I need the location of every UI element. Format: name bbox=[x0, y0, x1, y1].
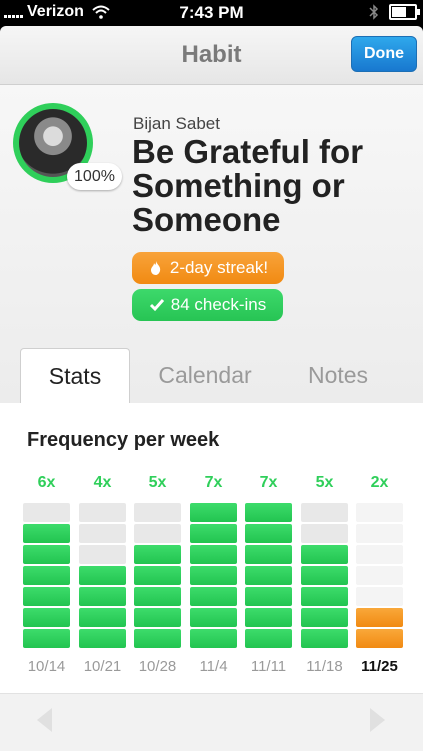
week-date-label: 10/21 bbox=[83, 658, 122, 675]
streak-label: 2-day streak! bbox=[169, 258, 269, 277]
week-count-label: 7x bbox=[259, 474, 278, 491]
checkin-cell-filled bbox=[245, 545, 292, 564]
checkin-cell-empty bbox=[79, 524, 126, 543]
week-date-label: 11/4 bbox=[199, 658, 228, 675]
status-bar: Verizon 7:43 PM bbox=[0, 0, 423, 26]
checkin-cell-filled bbox=[134, 566, 181, 585]
checkin-cell-filled bbox=[190, 566, 237, 585]
week-count-label: 4x bbox=[93, 474, 112, 491]
checkin-cell-empty bbox=[301, 524, 348, 543]
checkin-cell-empty bbox=[356, 524, 403, 543]
checkin-cell-filled bbox=[245, 566, 292, 585]
week-date-label: 11/18 bbox=[306, 658, 343, 675]
checkin-cell-filled bbox=[134, 587, 181, 606]
week-date-label: 10/28 bbox=[138, 658, 177, 675]
checkin-cell-empty bbox=[356, 587, 403, 606]
next-arrow-icon[interactable] bbox=[370, 708, 385, 732]
checkmark-icon bbox=[149, 299, 164, 312]
checkin-cell-filled bbox=[190, 608, 237, 627]
checkin-cell-empty bbox=[23, 503, 70, 522]
checkin-cell-filled bbox=[134, 545, 181, 564]
week-count-label: 2x bbox=[370, 474, 389, 491]
checkin-cell-empty bbox=[356, 503, 403, 522]
checkin-cell-filled bbox=[190, 587, 237, 606]
checkin-cell-filled bbox=[23, 608, 70, 627]
completion-badge: 100% bbox=[67, 163, 122, 190]
checkin-cell-filled bbox=[190, 524, 237, 543]
week-date-label: 10/14 bbox=[27, 658, 66, 675]
chart-title: Frequency per week bbox=[27, 429, 220, 451]
checkin-cell-filled bbox=[356, 608, 403, 627]
week-date-label: 11/11 bbox=[250, 658, 287, 675]
status-time: 7:43 PM bbox=[179, 3, 244, 22]
checkin-cell-filled bbox=[301, 629, 348, 648]
checkin-cell-empty bbox=[79, 545, 126, 564]
checkin-cell-filled bbox=[301, 566, 348, 585]
done-button[interactable]: Done bbox=[351, 36, 417, 72]
tab-notes[interactable]: Notes bbox=[290, 348, 386, 403]
checkin-cell-empty bbox=[79, 503, 126, 522]
checkin-cell-filled bbox=[79, 566, 126, 585]
battery-icon bbox=[389, 4, 420, 20]
checkin-cell-filled bbox=[134, 608, 181, 627]
checkin-cell-filled bbox=[79, 587, 126, 606]
tab-stats[interactable]: Stats bbox=[20, 348, 130, 404]
checkin-cell-filled bbox=[79, 608, 126, 627]
checkin-cell-filled bbox=[134, 629, 181, 648]
status-right bbox=[369, 4, 420, 20]
checkin-cell-filled bbox=[301, 608, 348, 627]
checkin-cell-filled bbox=[23, 524, 70, 543]
checkin-cell-filled bbox=[190, 545, 237, 564]
previous-arrow-icon[interactable] bbox=[37, 708, 52, 732]
checkin-cell-filled bbox=[245, 608, 292, 627]
checkins-label: 84 check-ins bbox=[170, 295, 267, 314]
checkin-cell-empty bbox=[134, 524, 181, 543]
checkin-cell-filled bbox=[245, 587, 292, 606]
week-count-label: 6x bbox=[37, 474, 56, 491]
checkin-cell-filled bbox=[23, 587, 70, 606]
checkin-cell-filled bbox=[245, 629, 292, 648]
habit-owner: Bijan Sabet bbox=[133, 114, 220, 133]
week-count-label: 5x bbox=[315, 474, 334, 491]
navigation-bar: Habit Done bbox=[0, 26, 423, 85]
checkin-cell-filled bbox=[79, 629, 126, 648]
checkin-cell-filled bbox=[190, 503, 237, 522]
checkin-cell-filled bbox=[23, 629, 70, 648]
checkin-cell-filled bbox=[23, 566, 70, 585]
checkin-cell-filled bbox=[245, 524, 292, 543]
checkins-badge: 84 check-ins bbox=[132, 289, 283, 321]
checkin-cell-empty bbox=[134, 503, 181, 522]
checkin-cell-empty bbox=[301, 503, 348, 522]
bluetooth-icon bbox=[369, 4, 379, 20]
checkin-cell-filled bbox=[301, 545, 348, 564]
checkin-cell-filled bbox=[356, 629, 403, 648]
checkin-cell-filled bbox=[245, 503, 292, 522]
streak-badge: 2-day streak! bbox=[132, 252, 284, 284]
habit-title: Be Grateful for Something or Someone bbox=[132, 133, 364, 238]
checkin-cell-filled bbox=[190, 629, 237, 648]
checkin-cell-empty bbox=[356, 545, 403, 564]
checkin-cell-filled bbox=[23, 545, 70, 564]
flame-icon bbox=[150, 261, 161, 275]
week-count-label: 7x bbox=[204, 474, 223, 491]
footer-bar bbox=[0, 693, 423, 751]
checkin-cell-empty bbox=[356, 566, 403, 585]
week-date-label: 11/25 bbox=[361, 658, 398, 675]
tab-calendar[interactable]: Calendar bbox=[146, 348, 264, 403]
week-count-label: 5x bbox=[148, 474, 167, 491]
checkin-cell-filled bbox=[301, 587, 348, 606]
